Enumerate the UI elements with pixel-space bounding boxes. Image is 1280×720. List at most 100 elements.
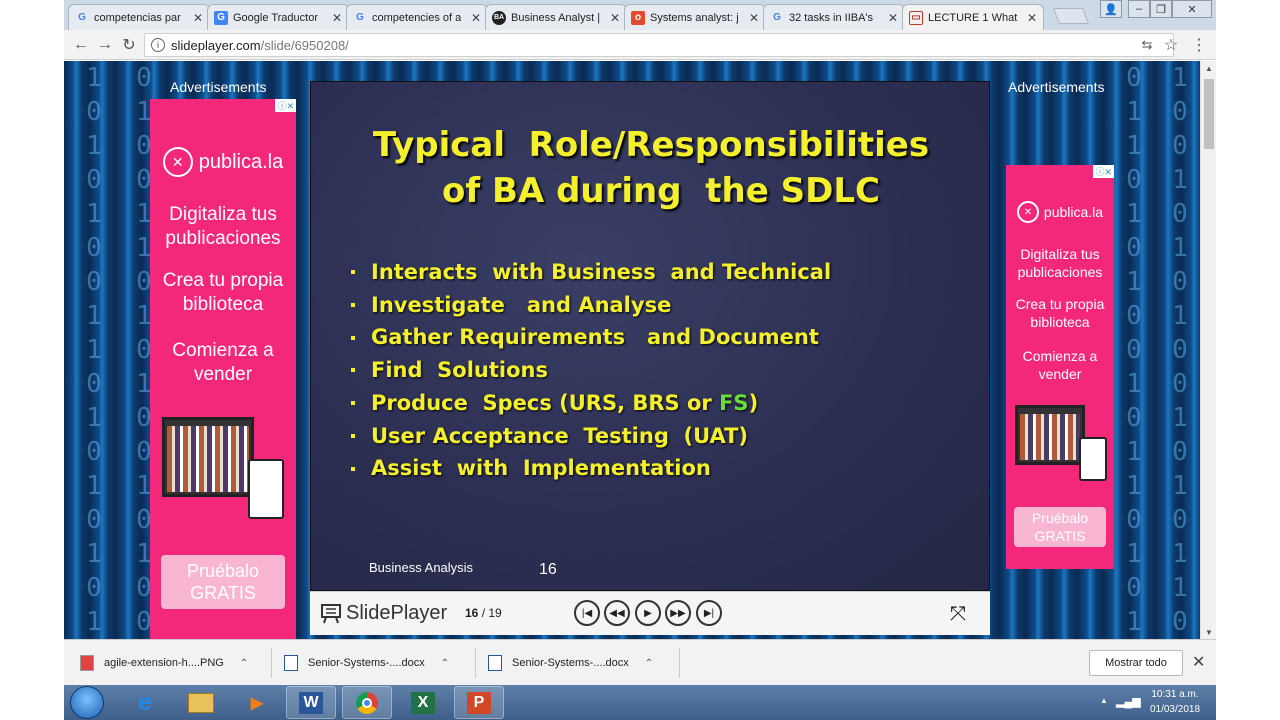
bullet-icon bbox=[351, 368, 355, 373]
chrome-icon[interactable] bbox=[342, 686, 392, 719]
scroll-thumb[interactable] bbox=[1204, 79, 1214, 149]
screen: G competencias par ✕ G Google Traductor … bbox=[64, 0, 1216, 720]
slide: Typical Role/Responsibilities of BA duri… bbox=[310, 81, 990, 591]
start-button[interactable] bbox=[70, 686, 104, 719]
page-scrollbar[interactable]: ▲ ▼ bbox=[1200, 61, 1216, 639]
tab-google-traductor[interactable]: G Google Traductor ✕ bbox=[207, 4, 349, 30]
slide-title: Typical Role/Responsibilities of BA duri… bbox=[372, 125, 930, 211]
bullet-item: Investigate and Analyse bbox=[351, 289, 831, 322]
tab-lecture-1[interactable]: ▭ LECTURE 1 What ✕ bbox=[902, 4, 1044, 30]
ad-brand: publica.la bbox=[1006, 201, 1114, 223]
close-icon[interactable]: ✕ bbox=[332, 11, 342, 25]
slideplayer-controls: SlidePlayer 16 / 19 |◀ ◀◀ ▶ ▶▶ ▶| ⤧ bbox=[310, 591, 990, 635]
bullet-icon bbox=[351, 466, 355, 471]
menu-icon[interactable]: ⋮ bbox=[1188, 34, 1210, 56]
close-icon[interactable]: ✕ bbox=[471, 11, 481, 25]
page-content: 1 0 1 0 1 0 0 1 1 0 1 0 1 0 1 0 1 0 1 0 … bbox=[64, 61, 1200, 639]
scroll-down-icon[interactable]: ▼ bbox=[1201, 625, 1216, 639]
bullet-icon bbox=[351, 303, 355, 308]
slideplayer-icon: ▭ bbox=[909, 10, 923, 25]
browser-toolbar: ← → ↻ i slideplayer.com /slide/6950208/ … bbox=[64, 30, 1216, 60]
publica-la-logo-icon bbox=[1016, 201, 1039, 223]
chevron-up-icon[interactable]: ⌃ bbox=[240, 658, 248, 669]
bullet-item: User Acceptance Testing (UAT) bbox=[351, 420, 831, 453]
word-icon[interactable]: W bbox=[286, 686, 336, 719]
new-tab-button[interactable] bbox=[1053, 8, 1089, 24]
publica-la-logo-icon bbox=[162, 147, 193, 177]
fullscreen-icon[interactable]: ⤧ bbox=[946, 602, 970, 626]
chevron-up-icon[interactable]: ⌃ bbox=[441, 658, 449, 669]
close-icon[interactable]: ✕ bbox=[1027, 11, 1037, 25]
download-item[interactable]: agile-extension-h....PNG ⌃ bbox=[80, 648, 272, 678]
bullet-item: Assist with Implementation bbox=[351, 452, 831, 485]
media-player-icon[interactable]: ▶ bbox=[232, 686, 282, 719]
bullet-item: Interacts with Business and Technical bbox=[351, 256, 831, 289]
last-slide-button[interactable]: ▶| bbox=[696, 600, 722, 626]
download-item[interactable]: Senior-Systems-....docx ⌃ bbox=[284, 648, 476, 678]
page-counter: 16 / 19 bbox=[465, 606, 502, 620]
bullet-icon bbox=[351, 335, 355, 340]
tab-competencies-of-a[interactable]: G competencies of a ✕ bbox=[346, 4, 488, 30]
bullet-icon bbox=[351, 401, 355, 406]
ad-cta-button[interactable]: Pruébalo GRATIS bbox=[161, 555, 285, 609]
translate-icon[interactable]: ⇆ bbox=[1136, 34, 1158, 56]
background-pattern: 1 0 0 1 0 1 0 1 0 0 1 0 1 0 1 1 0 bbox=[1172, 63, 1188, 637]
ad-cta-button[interactable]: Pruébalo GRATIS bbox=[1014, 507, 1106, 547]
clock-date[interactable]: 01/03/2018 bbox=[1140, 704, 1210, 715]
next-slide-button[interactable]: ▶▶ bbox=[665, 600, 691, 626]
ie-icon[interactable]: e bbox=[120, 686, 170, 719]
ad-info-icon[interactable]: ⓘ✕ bbox=[1093, 165, 1114, 178]
restore-button[interactable]: ❐ bbox=[1150, 0, 1172, 18]
previous-slide-button[interactable]: ◀◀ bbox=[604, 600, 630, 626]
close-icon[interactable]: ✕ bbox=[1192, 652, 1205, 672]
explorer-icon[interactable] bbox=[176, 686, 226, 719]
image-file-icon bbox=[80, 655, 94, 671]
info-icon[interactable]: i bbox=[151, 38, 165, 52]
reload-button[interactable]: ↻ bbox=[118, 34, 140, 56]
tab-competencias-para[interactable]: G competencias par ✕ bbox=[68, 4, 210, 30]
system-tray: ▲ ▂▄▆ 10:31 a.m. 01/03/2018 bbox=[1094, 685, 1216, 720]
network-signal-icon[interactable]: ▂▄▆ bbox=[1116, 695, 1141, 708]
docx-file-icon bbox=[284, 655, 298, 671]
tab-strip: G competencias par ✕ G Google Traductor … bbox=[64, 0, 1216, 30]
bullet-item: Gather Requirements and Document bbox=[351, 321, 831, 354]
address-bar[interactable]: i slideplayer.com /slide/6950208/ bbox=[144, 33, 1174, 57]
first-slide-button[interactable]: |◀ bbox=[574, 600, 600, 626]
close-icon[interactable]: ✕ bbox=[193, 11, 203, 25]
ad-info-icon[interactable]: ⓘ✕ bbox=[275, 99, 296, 112]
chevron-up-icon[interactable]: ⌃ bbox=[645, 658, 653, 669]
device-mockup-image bbox=[160, 417, 286, 521]
ad-text-block: Comienza a vender bbox=[1022, 348, 1098, 382]
excel-icon[interactable]: X bbox=[398, 686, 448, 719]
close-icon[interactable]: ✕ bbox=[749, 11, 759, 25]
ad-left[interactable]: ⓘ✕ publica.la Digitaliza tus publicacion… bbox=[150, 99, 296, 639]
slide-bullet-list: Interacts with Business and Technical In… bbox=[351, 256, 831, 485]
close-icon[interactable]: ✕ bbox=[610, 11, 620, 25]
tab-systems-analyst[interactable]: o Systems analyst: j ✕ bbox=[624, 4, 766, 30]
slideplayer-brand: SlidePlayer bbox=[346, 602, 448, 624]
bookmark-star-icon[interactable]: ☆ bbox=[1160, 34, 1182, 56]
ad-right[interactable]: ⓘ✕ publica.la Digitaliza tus publicacion… bbox=[1006, 165, 1114, 569]
back-button[interactable]: ← bbox=[70, 34, 92, 56]
close-icon[interactable]: ✕ bbox=[888, 11, 898, 25]
forward-button[interactable]: → bbox=[94, 34, 116, 56]
slide-number: 16 bbox=[539, 561, 557, 578]
tray-expand-icon[interactable]: ▲ bbox=[1100, 696, 1108, 705]
show-all-downloads-button[interactable]: Mostrar todo bbox=[1089, 650, 1183, 676]
ba-icon: BA bbox=[492, 10, 506, 25]
slideplayer-logo-icon bbox=[321, 604, 341, 624]
play-button[interactable]: ▶ bbox=[635, 600, 661, 626]
powerpoint-icon[interactable]: P bbox=[454, 686, 504, 719]
minimize-button[interactable]: – bbox=[1128, 0, 1150, 18]
window-close-button[interactable]: ✕ bbox=[1172, 0, 1212, 18]
ad-text-block: Digitaliza tus publicaciones bbox=[1017, 246, 1103, 280]
ad-text-block: Crea tu propia biblioteca bbox=[162, 270, 284, 315]
tab-business-analyst[interactable]: BA Business Analyst | ✕ bbox=[485, 4, 627, 30]
ad-brand: publica.la bbox=[150, 147, 296, 177]
user-icon[interactable]: 👤 bbox=[1100, 0, 1122, 18]
taskbar: e ▶ W X P ▲ ▂▄▆ 10:31 a.m. 01/03/2018 bbox=[64, 685, 1216, 720]
tab-32-tasks[interactable]: G 32 tasks in IIBA's ✕ bbox=[763, 4, 905, 30]
scroll-up-icon[interactable]: ▲ bbox=[1201, 61, 1216, 75]
clock-time[interactable]: 10:31 a.m. bbox=[1140, 689, 1210, 700]
download-item[interactable]: Senior-Systems-....docx ⌃ bbox=[488, 648, 680, 678]
